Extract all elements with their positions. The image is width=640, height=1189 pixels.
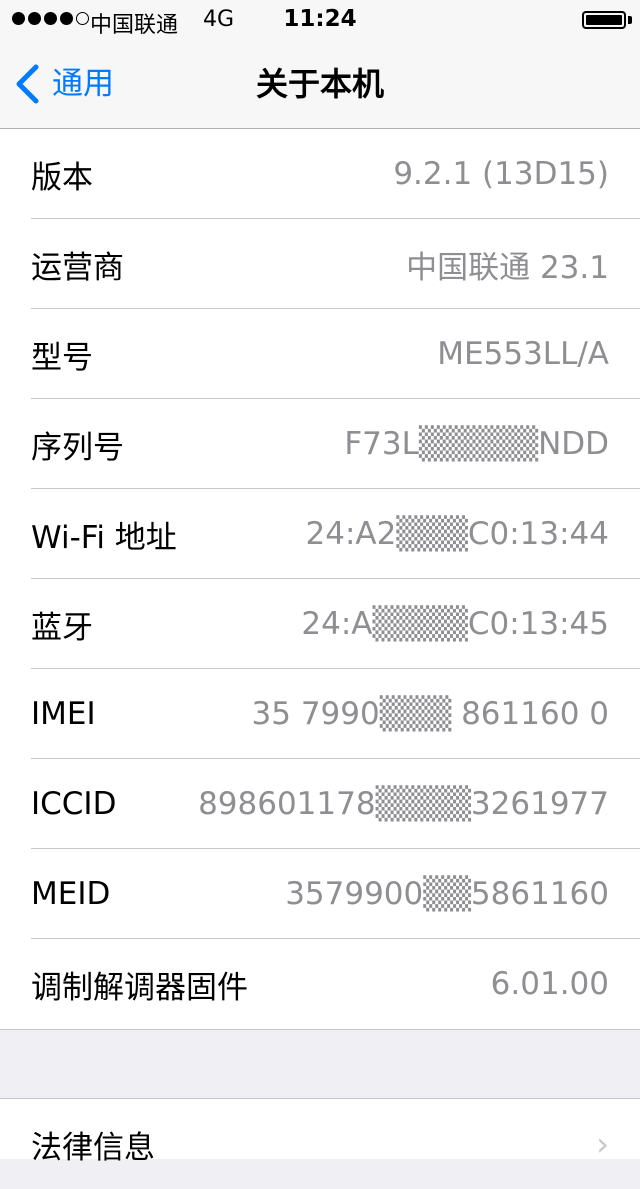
info-row-wifi-address: Wi-Fi 地址 24:A2▒▒▒C0:13:44 xyxy=(0,489,640,579)
row-value: 3579900▒▒5861160 xyxy=(285,876,609,912)
row-value: ME553LL/A xyxy=(437,336,609,372)
row-label: 运营商 xyxy=(31,249,124,286)
row-label: 法律信息 xyxy=(31,1129,155,1166)
row-value: 9.2.1 (13D15) xyxy=(393,156,609,192)
info-row-carrier: 运营商 中国联通 23.1 xyxy=(0,219,640,309)
page-title: 关于本机 xyxy=(255,65,384,103)
battery-icon xyxy=(582,11,626,29)
row-label: MEID xyxy=(31,876,111,912)
about-info-list: 版本 9.2.1 (13D15) 运营商 中国联通 23.1 型号 ME553L… xyxy=(0,129,640,1030)
chevron-right-icon: › xyxy=(596,1125,609,1163)
row-label: IMEI xyxy=(31,696,96,732)
info-row-meid: MEID 3579900▒▒5861160 xyxy=(0,849,640,939)
status-bar: 中国联通 4G 11:24 xyxy=(0,0,640,40)
row-value: 898601178▒▒▒▒3261977 xyxy=(198,786,609,822)
legal-section: 法律信息 › xyxy=(0,1098,640,1166)
row-label: 型号 xyxy=(31,339,93,376)
row-value: 24:A2▒▒▒C0:13:44 xyxy=(305,516,610,552)
info-row-serial: 序列号 F73L▒▒▒▒▒NDD xyxy=(0,399,640,489)
info-row-model: 型号 ME553LL/A xyxy=(0,309,640,399)
battery-cap xyxy=(628,16,632,24)
row-label: 调制解调器固件 xyxy=(31,969,248,1006)
info-row-version: 版本 9.2.1 (13D15) xyxy=(0,129,640,219)
row-value: 35 7990▒▒▒ 861160 0 xyxy=(251,696,609,732)
info-row-bluetooth: 蓝牙 24:A▒▒▒▒C0:13:45 xyxy=(0,579,640,669)
row-value: 24:A▒▒▒▒C0:13:45 xyxy=(301,606,609,642)
row-value: 中国联通 23.1 xyxy=(406,249,609,286)
row-label: 蓝牙 xyxy=(31,609,93,646)
navigation-bar: 通用 关于本机 xyxy=(0,40,640,129)
legal-info-row[interactable]: 法律信息 › xyxy=(0,1099,640,1189)
row-value: F73L▒▒▒▒▒NDD xyxy=(344,426,609,462)
row-value: 6.01.00 xyxy=(490,966,609,1002)
row-label: 序列号 xyxy=(31,429,124,466)
row-label: Wi-Fi 地址 xyxy=(31,519,177,556)
row-label: ICCID xyxy=(31,786,117,822)
status-time: 11:24 xyxy=(283,6,357,32)
row-label: 版本 xyxy=(31,159,93,196)
info-row-modem-firmware: 调制解调器固件 6.01.00 xyxy=(0,939,640,1029)
info-row-imei: IMEI 35 7990▒▒▒ 861160 0 xyxy=(0,669,640,759)
info-row-iccid: ICCID 898601178▒▒▒▒3261977 xyxy=(0,759,640,849)
